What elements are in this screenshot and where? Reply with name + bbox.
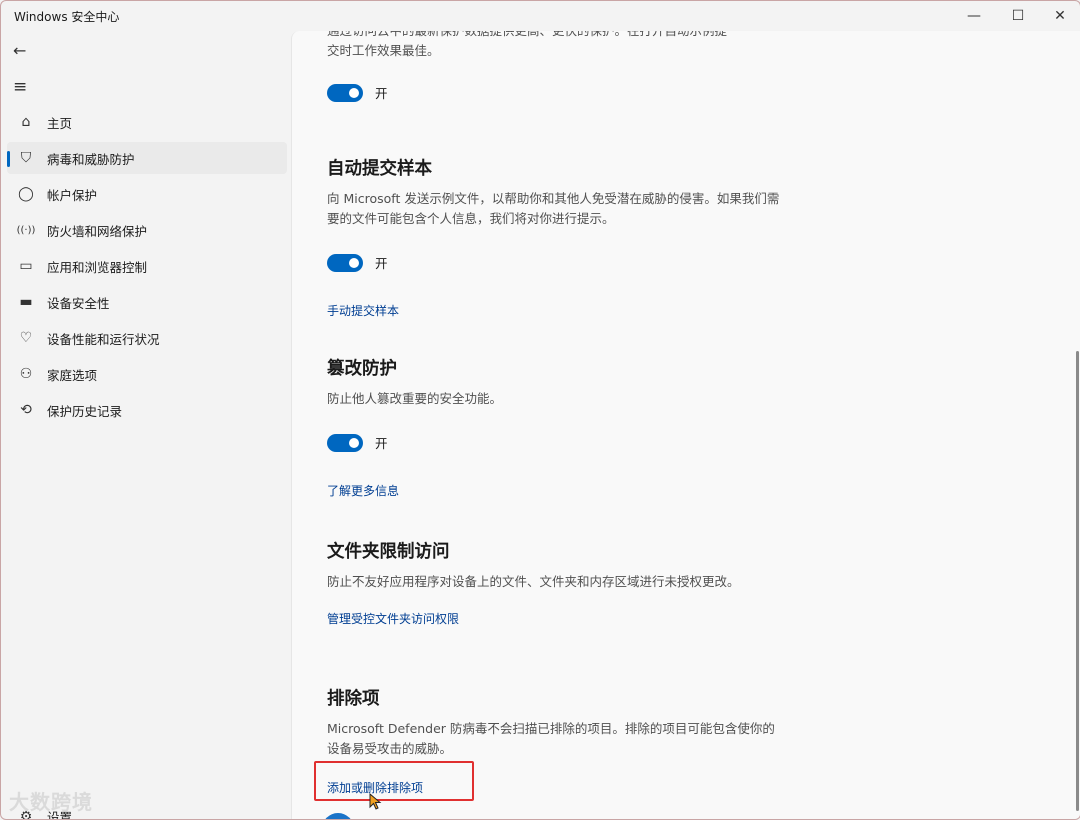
app-title: Windows 安全中心 [14, 8, 119, 25]
learn-more-link[interactable]: 了解更多信息 [327, 482, 399, 499]
nav-item-device-health[interactable]: ♡ 设备性能和运行状况 [7, 322, 287, 354]
nav-item-account-protection[interactable]: ◯ 帐户保护 [7, 178, 287, 210]
auto-sample-toggle[interactable] [327, 254, 363, 272]
toggle-label: 开 [375, 253, 388, 272]
history-icon: ⟲ [17, 401, 35, 419]
nav-item-home[interactable]: ⌂ 主页 [7, 106, 287, 138]
maximize-icon: ☐ [1012, 8, 1025, 24]
controlled-folder-section: 文件夹限制访问 防止不友好应用程序对设备上的文件、文件夹和内存区域进行未授权更改… [327, 540, 787, 627]
watermark: 大数跨境 [9, 786, 93, 815]
app-window-icon: ▭ [17, 257, 35, 275]
close-button[interactable]: ✕ [1037, 1, 1080, 31]
title-bar: Windows 安全中心 — ☐ ✕ [1, 1, 1080, 31]
section-title: 自动提交样本 [327, 157, 787, 181]
nav-item-label: 设备安全性 [47, 293, 110, 312]
nav-item-label: 主页 [47, 113, 72, 132]
back-arrow-icon: ← [13, 41, 26, 60]
tamper-protection-section: 篡改防护 防止他人篡改重要的安全功能。 开 了解更多信息 [327, 357, 787, 499]
section-desc: Microsoft Defender 防病毒不会扫描已排除的项目。排除的项目可能… [327, 719, 787, 759]
main-content: 通过访问云中的最新保护数据提供更高、更快的保护。在打开自动示例提 交时工作效果最… [291, 31, 1080, 820]
nav-item-firewall[interactable]: ((·)) 防火墙和网络保护 [7, 214, 287, 246]
highlight-box [314, 761, 474, 801]
cloud-protection-toggle[interactable] [327, 84, 363, 102]
close-icon: ✕ [1054, 8, 1066, 24]
tamper-protection-toggle[interactable] [327, 434, 363, 452]
family-icon: ⚇ [17, 365, 35, 383]
nav-item-label: 应用和浏览器控制 [47, 257, 147, 276]
cloud-desc-line2: 交时工作效果最佳。 [327, 41, 787, 61]
person-icon: ◯ [17, 185, 35, 203]
nav-item-family[interactable]: ⚇ 家庭选项 [7, 358, 287, 390]
manual-submit-link[interactable]: 手动提交样本 [327, 302, 399, 319]
toggle-label: 开 [375, 83, 388, 102]
section-title: 文件夹限制访问 [327, 540, 787, 564]
toggle-label: 开 [375, 433, 388, 452]
menu-button[interactable]: ≡ [13, 77, 33, 97]
nav-item-label: 防火墙和网络保护 [47, 221, 147, 240]
nav-item-device-security[interactable]: ▬ 设备安全性 [7, 286, 287, 318]
nav-item-label: 设备性能和运行状况 [47, 329, 160, 348]
nav-item-label: 病毒和威胁防护 [47, 149, 135, 168]
heart-pulse-icon: ♡ [17, 329, 35, 347]
manage-folder-access-link[interactable]: 管理受控文件夹访问权限 [327, 610, 459, 627]
nav-item-label: 保护历史记录 [47, 401, 122, 420]
section-desc: 防止不友好应用程序对设备上的文件、文件夹和内存区域进行未授权更改。 [327, 572, 787, 592]
section-desc: 防止他人篡改重要的安全功能。 [327, 389, 787, 409]
hamburger-icon: ≡ [13, 77, 27, 97]
wireless-icon: ((·)) [17, 221, 35, 239]
cloud-desc-line1: 通过访问云中的最新保护数据提供更高、更快的保护。在打开自动示例提 [327, 31, 787, 41]
nav-item-virus-protection[interactable]: ⛉ 病毒和威胁防护 [7, 142, 287, 174]
nav-item-app-browser[interactable]: ▭ 应用和浏览器控制 [7, 250, 287, 282]
minimize-icon: — [967, 8, 981, 24]
nav-item-label: 帐户保护 [47, 185, 97, 204]
sidebar: ← ≡ ⌂ 主页 ⛉ 病毒和威胁防护 ◯ 帐户保护 ((·)) 防火墙和网络保护… [1, 31, 291, 820]
section-title: 排除项 [327, 687, 787, 711]
scrollbar[interactable] [1076, 351, 1079, 811]
section-desc: 向 Microsoft 发送示例文件，以帮助你和其他人免受潜在威胁的侵害。如果我… [327, 189, 787, 229]
maximize-button[interactable]: ☐ [995, 1, 1041, 31]
shield-icon: ⛉ [17, 149, 35, 167]
laptop-icon: ▬ [17, 293, 35, 311]
home-icon: ⌂ [17, 113, 35, 131]
back-button[interactable]: ← [13, 41, 33, 61]
app-window: Windows 安全中心 — ☐ ✕ ← ≡ ⌂ 主页 ⛉ 病毒和威胁防护 ◯ … [0, 0, 1080, 820]
nav-item-history[interactable]: ⟲ 保护历史记录 [7, 394, 287, 426]
nav-item-label: 家庭选项 [47, 365, 97, 384]
minimize-button[interactable]: — [951, 1, 997, 31]
nav-list: ⌂ 主页 ⛉ 病毒和威胁防护 ◯ 帐户保护 ((·)) 防火墙和网络保护 ▭ 应… [7, 106, 287, 430]
auto-sample-section: 自动提交样本 向 Microsoft 发送示例文件，以帮助你和其他人免受潜在威胁… [327, 157, 787, 319]
section-title: 篡改防护 [327, 357, 787, 381]
cloud-protection-section: 通过访问云中的最新保护数据提供更高、更快的保护。在打开自动示例提 交时工作效果最… [327, 31, 787, 102]
mouse-cursor-icon [369, 793, 383, 811]
